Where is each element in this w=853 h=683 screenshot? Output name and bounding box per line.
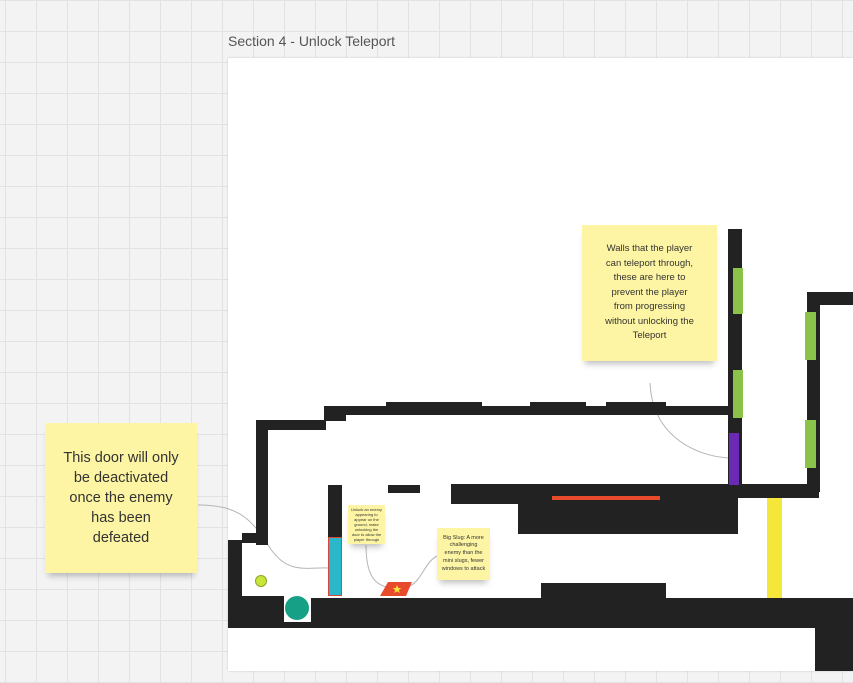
right-top-ledge xyxy=(807,292,853,305)
door-note-text: This door will only be deactivated once … xyxy=(63,450,179,546)
door-sticky-note[interactable]: This door will only be deactivated once … xyxy=(45,423,197,573)
teleport-wall-2 xyxy=(733,370,743,418)
teleport-wall-4 xyxy=(805,420,816,468)
left-corner-ledge xyxy=(242,533,268,543)
main-floor xyxy=(228,598,822,628)
connector-walls-note xyxy=(649,382,729,459)
big-slug-sticky-note[interactable]: Big Slug: A more challenging enemy than … xyxy=(437,528,490,580)
floor-bump-left xyxy=(228,596,284,628)
cyan-door xyxy=(328,537,342,596)
ceiling-step-3 xyxy=(606,402,666,408)
ceiling-step-2 xyxy=(530,402,586,408)
yellow-bar xyxy=(767,498,782,598)
left-upper-wall xyxy=(256,420,268,545)
teleport-wall-3 xyxy=(805,312,816,360)
right-lower-block xyxy=(815,598,853,671)
floating-block-small xyxy=(388,485,420,493)
inner-platform-left-step xyxy=(451,496,531,504)
inner-platform-lower xyxy=(518,496,738,534)
red-ledge-marker xyxy=(552,496,660,500)
ceiling-left-segment xyxy=(324,413,346,421)
connector-big-slug-note xyxy=(409,555,438,587)
small-note-text: Unlock an enemy appearing to appear on t… xyxy=(351,507,382,542)
ceiling-step-1 xyxy=(386,402,482,408)
walls-sticky-note[interactable]: Walls that the player can teleport throu… xyxy=(582,225,717,361)
small-sticky-note[interactable]: Unlock an enemy appearing to appear on t… xyxy=(348,505,385,544)
walls-note-text: Walls that the player can teleport throu… xyxy=(605,243,694,342)
floor-raised-block xyxy=(541,583,666,600)
purple-door xyxy=(729,433,739,485)
teleport-wall-1 xyxy=(733,268,743,314)
connector-lines xyxy=(197,382,729,588)
big-slug-note-text: Big Slug: A more challenging enemy than … xyxy=(441,534,486,572)
platform-notch xyxy=(592,484,622,492)
connector-small-note xyxy=(365,544,389,588)
